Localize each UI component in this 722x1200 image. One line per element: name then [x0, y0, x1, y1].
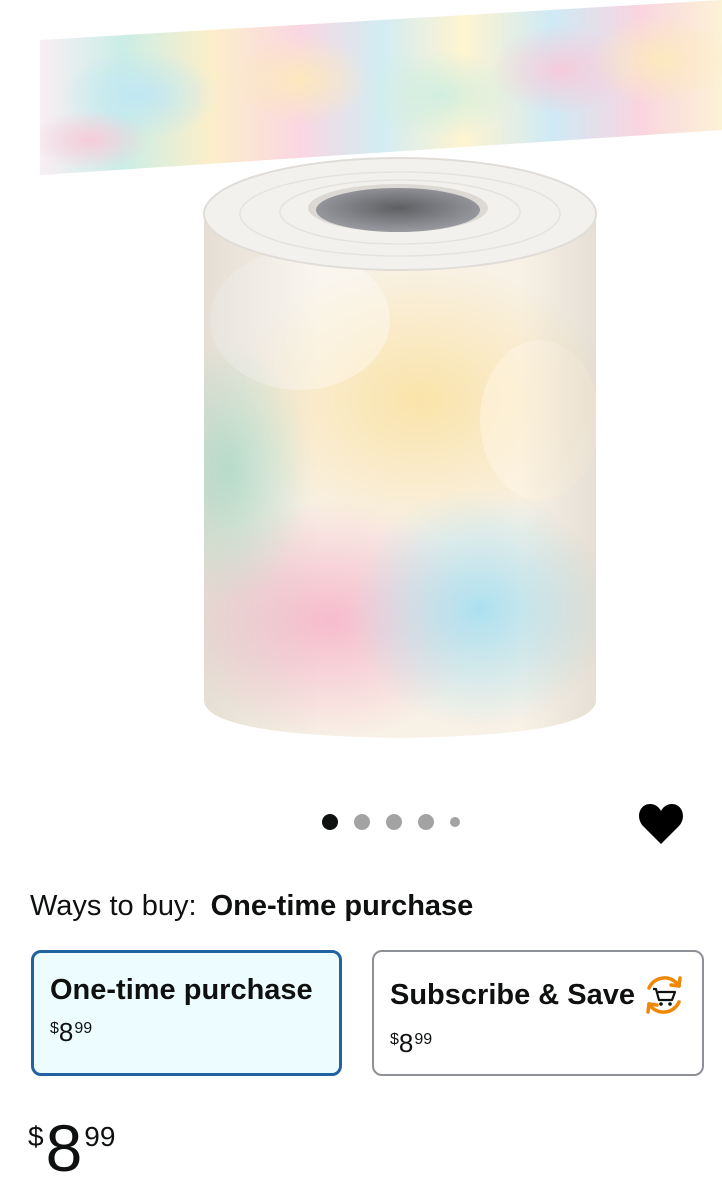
price-whole: 8 — [45, 1111, 83, 1185]
subscribe-save-cart-icon — [641, 972, 687, 1018]
product-price: $ 8 99 — [28, 1112, 115, 1184]
subscribe-save-option[interactable]: Subscribe & Save $ 8 99 — [372, 950, 704, 1076]
price-fraction: 99 — [74, 1020, 93, 1037]
price-symbol: $ — [28, 1121, 44, 1152]
carousel-dot-2[interactable] — [354, 814, 370, 830]
ways-to-buy: Ways to buy: One-time purchase — [30, 889, 473, 923]
price-fraction: 99 — [84, 1121, 116, 1152]
one-time-purchase-option[interactable]: One-time purchase $ 8 99 — [31, 950, 342, 1076]
option-title: One-time purchase — [50, 974, 313, 1006]
price-fraction: 99 — [414, 1031, 433, 1048]
carousel-dots[interactable] — [322, 814, 460, 830]
price-symbol: $ — [50, 1020, 59, 1037]
option-title-row: Subscribe & Save — [390, 972, 686, 1018]
heart-icon[interactable] — [638, 802, 684, 846]
ways-to-buy-label: Ways to buy: — [30, 890, 197, 922]
carousel-dot-1[interactable] — [322, 814, 338, 830]
price-symbol: $ — [390, 1031, 399, 1048]
carousel-dot-3[interactable] — [386, 814, 402, 830]
price-whole: 8 — [58, 1017, 74, 1047]
option-price: $ 8 99 — [390, 1028, 686, 1058]
ways-to-buy-value: One-time purchase — [210, 890, 474, 922]
carousel-dot-4[interactable] — [418, 814, 434, 830]
option-price: $ 8 99 — [50, 1017, 323, 1047]
product-image[interactable] — [0, 0, 722, 800]
carousel-dot-5[interactable] — [450, 817, 460, 827]
price-whole: 8 — [398, 1028, 414, 1058]
option-title: Subscribe & Save — [390, 979, 635, 1011]
